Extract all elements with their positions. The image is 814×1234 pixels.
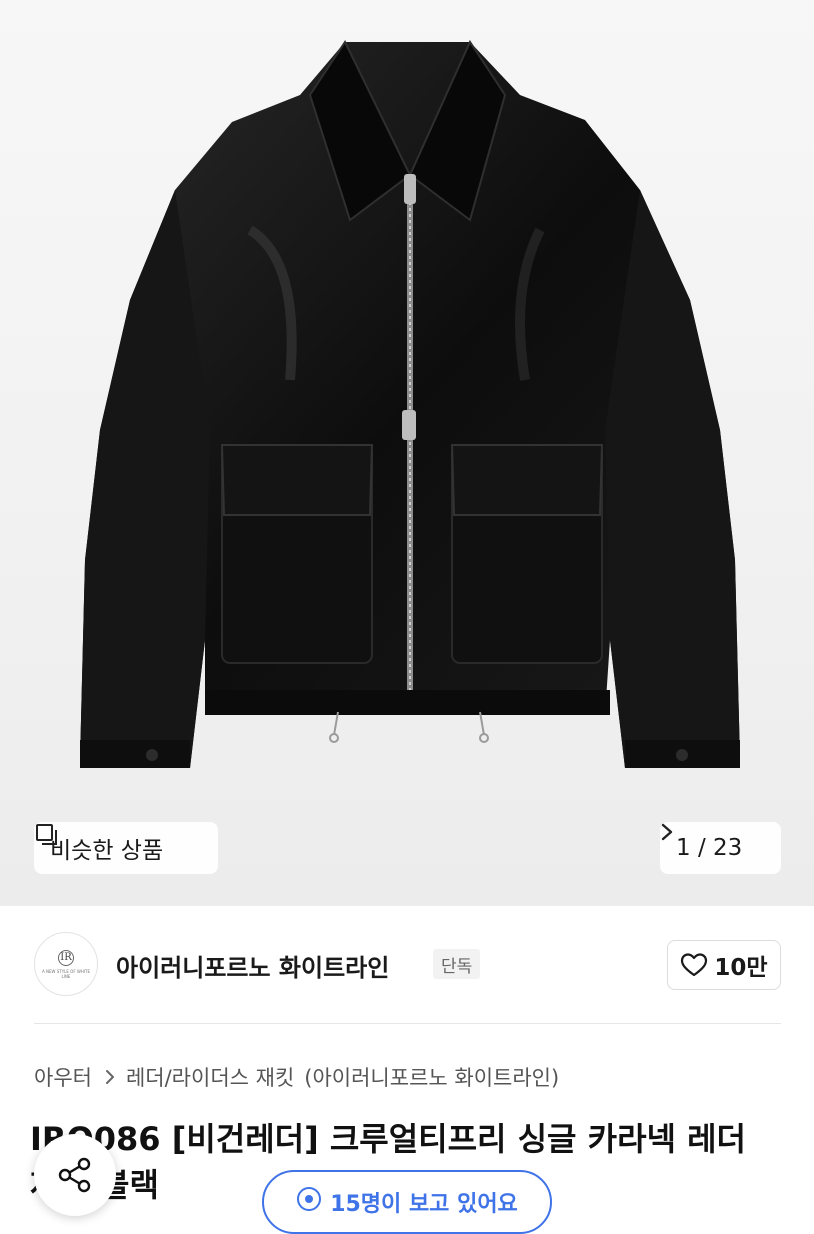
viewers-text: 15명이 보고 있어요 — [330, 1192, 518, 1217]
breadcrumb-category[interactable]: 아우터 — [34, 1062, 92, 1092]
brand-row: IR A NEW STYLE OF WHITE LINE 아이러니포르노 화이트… — [34, 932, 781, 998]
image-counter-text: 1 / 23 — [676, 835, 743, 861]
like-button[interactable]: 10만 — [667, 940, 781, 990]
share-button[interactable] — [34, 1134, 116, 1216]
breadcrumb-brand[interactable]: (아이러니포르노 화이트라인) — [304, 1062, 559, 1092]
similar-items-icon — [36, 824, 57, 845]
brand-tagline: A NEW STYLE OF WHITE LINE — [41, 968, 91, 979]
similar-products-button[interactable]: 비슷한 상품 — [34, 822, 218, 874]
share-icon — [58, 1157, 91, 1193]
viewers-pill: 15명이 보고 있어요 — [262, 1170, 552, 1234]
product-image — [80, 39, 740, 768]
brand-monogram: IR — [58, 949, 74, 966]
brand-name[interactable]: 아이러니포르노 화이트라인 — [116, 948, 389, 983]
chevron-right-icon — [661, 823, 673, 841]
heart-icon — [681, 953, 708, 977]
brand-logo[interactable]: IR A NEW STYLE OF WHITE LINE — [34, 932, 98, 996]
divider — [34, 1023, 781, 1024]
eye-icon — [297, 1187, 322, 1211]
chevron-right-icon — [105, 1070, 114, 1084]
image-counter[interactable]: 1 / 23 — [660, 822, 781, 874]
product-image-carousel[interactable]: 비슷한 상품 1 / 23 — [0, 0, 814, 906]
similar-products-label: 비슷한 상품 — [50, 838, 164, 864]
like-count: 10만 — [714, 955, 768, 981]
breadcrumb: 아우터 레더/라이더스 재킷 (아이러니포르노 화이트라인) — [34, 1062, 559, 1092]
exclusive-badge: 단독 — [433, 949, 481, 979]
breadcrumb-subcategory[interactable]: 레더/라이더스 재킷 — [126, 1062, 294, 1092]
